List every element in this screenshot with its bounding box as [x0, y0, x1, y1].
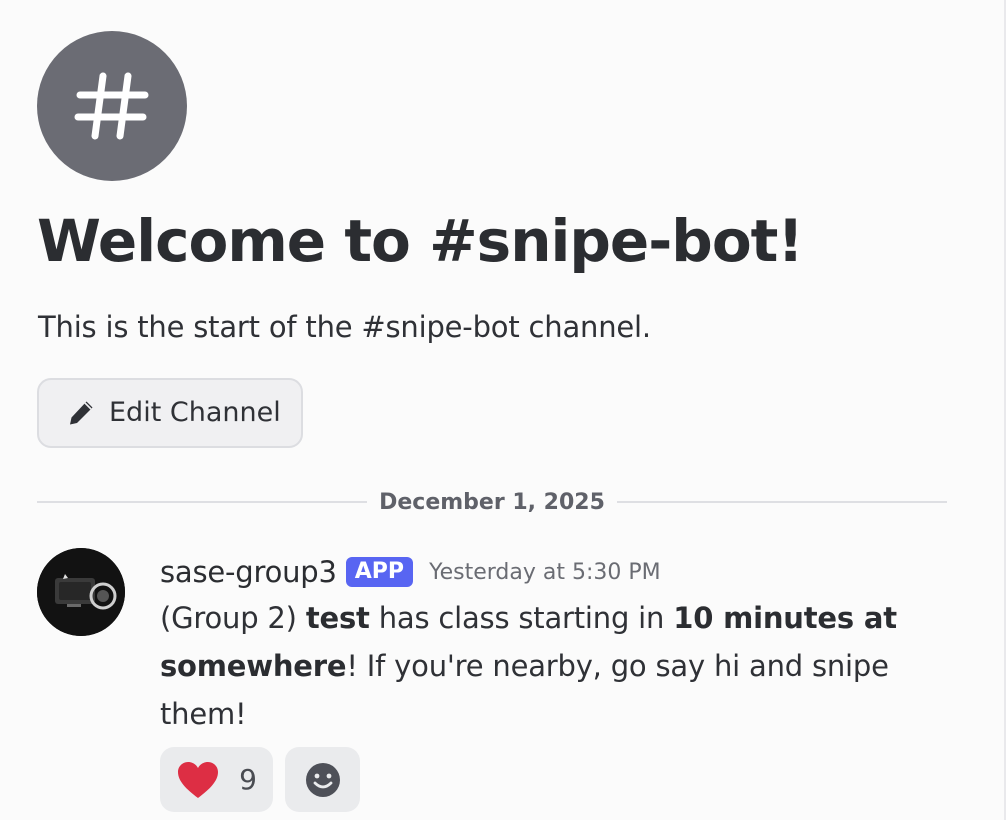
reaction-heart[interactable]: 9	[160, 747, 273, 812]
reaction-count: 9	[239, 763, 257, 796]
camera-avatar-image	[37, 548, 125, 636]
message-text: has class starting in	[369, 601, 674, 635]
edit-channel-label: Edit Channel	[109, 397, 281, 428]
hash-icon	[74, 72, 149, 140]
welcome-title: Welcome to #snipe-bot!	[37, 207, 804, 275]
username[interactable]: sase-group3	[160, 555, 337, 589]
add-reaction-icon	[305, 762, 340, 797]
date-divider: December 1, 2025	[37, 484, 947, 520]
message-content: (Group 2) test has class starting in 10 …	[160, 594, 920, 738]
divider-line-left	[37, 501, 368, 503]
message-timestamp[interactable]: Yesterday at 5:30 PM	[429, 560, 661, 585]
message-text: (Group 2)	[160, 601, 306, 635]
message-bold-name: test	[305, 601, 370, 635]
channel-intro-text: This is the start of the #snipe-bot chan…	[38, 310, 651, 344]
app-badge: APP	[345, 557, 414, 587]
heart-icon	[178, 761, 218, 798]
pencil-icon	[70, 401, 93, 425]
reactions-bar: 9	[160, 747, 360, 812]
user-avatar[interactable]	[37, 548, 125, 636]
divider-date: December 1, 2025	[379, 489, 605, 515]
add-reaction-button[interactable]	[285, 747, 360, 812]
divider-line-right	[616, 501, 947, 503]
channel-avatar	[37, 31, 187, 181]
message-header: sase-group3 APP Yesterday at 5:30 PM	[160, 552, 661, 592]
edit-channel-button[interactable]: Edit Channel	[37, 378, 303, 448]
